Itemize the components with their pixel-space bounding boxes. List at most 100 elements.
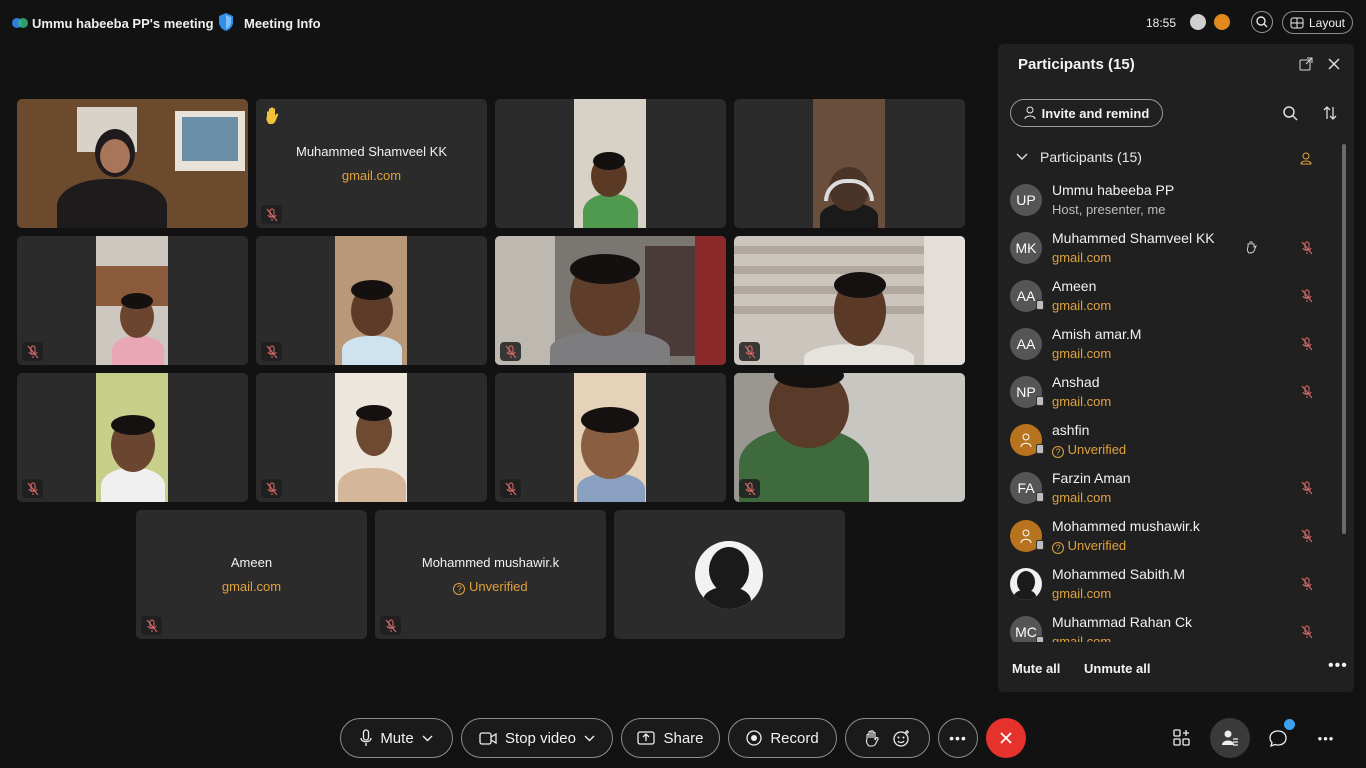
raised-hand-icon [1246,241,1257,254]
participant-row[interactable]: NP Anshad gmail.com [998,368,1338,416]
chat-icon[interactable] [1266,719,1295,750]
participant-row[interactable]: MC Muhammad Rahan Ck gmail.com [998,608,1338,642]
clock: 18:55 [1146,16,1177,30]
emoji-reaction-icon[interactable] [892,729,911,747]
more-options-button[interactable]: ••• [938,718,978,758]
record-button[interactable]: Record [728,718,837,758]
meeting-info-button[interactable]: Meeting Info [244,16,321,31]
invite-remind-button[interactable]: Invite and remind [1010,99,1163,127]
video-tile[interactable] [256,373,487,502]
video-tile[interactable] [256,236,487,365]
more-icon[interactable]: ••• [1314,726,1338,750]
sort-icon[interactable] [1322,105,1338,121]
search-icon[interactable] [1282,105,1298,121]
mic-muted-icon[interactable] [1300,625,1314,639]
device-icon [1036,444,1044,454]
unmute-all-button[interactable]: Unmute all [1084,661,1150,676]
share-button[interactable]: Share [621,718,720,758]
leave-meeting-button[interactable] [986,718,1026,758]
apps-icon[interactable] [1170,726,1194,750]
unverified-icon: ? [1052,446,1064,458]
popout-icon[interactable] [1298,56,1314,72]
zoom-icon[interactable] [1251,11,1273,33]
participant-row[interactable]: ashfin ? Unverified [998,416,1338,464]
avatar: AA [1010,280,1044,312]
mute-label: Mute [380,729,414,747]
device-icon [1036,492,1044,502]
tile-name: Mohammed mushawir.k [421,555,560,570]
reactions-group [845,718,930,758]
mic-muted-icon[interactable] [1300,289,1314,303]
video-tile[interactable] [17,373,248,502]
avatar [1010,568,1042,600]
video-tile-avatar[interactable] [614,510,845,639]
participant-row[interactable]: Mohammed mushawir.k ? Unverified [998,512,1338,560]
person-add-icon [1024,106,1036,120]
video-tile-host[interactable] [17,99,248,228]
participant-row[interactable]: Mohammed Sabith.M gmail.com [998,560,1338,608]
device-icon [1036,300,1044,310]
webex-logo-icon [12,18,28,28]
participant-name: Mohammed mushawir.k [1052,518,1200,534]
participant-name: Amish amar.M [1052,326,1142,342]
participant-row[interactable]: MK Muhammed Shamveel KK gmail.com [998,224,1338,272]
tile-unverified-label: Unverified [469,579,528,594]
participant-email: gmail.com [1052,298,1112,313]
key-icon[interactable] [1190,14,1206,30]
more-options-icon[interactable]: ••• [1328,657,1348,675]
invite-label: Invite and remind [1041,105,1150,121]
video-tile-shamveel[interactable]: Muhammed Shamveel KK gmail.com [256,99,487,228]
video-tile-mushawir[interactable]: Mohammed mushawir.k ? Unverified [375,510,606,639]
video-tile[interactable] [734,373,965,502]
unverified-icon: ? [1052,542,1064,554]
participant-row[interactable]: AA Ameen gmail.com [998,272,1338,320]
mic-muted-icon [380,616,401,635]
meeting-title: Ummu habeeba PP's meeting [32,16,214,31]
participants-toggle-button[interactable] [1210,718,1250,758]
participant-email: gmail.com [1052,490,1112,505]
participant-row[interactable]: UP Ummu habeeba PP Host, presenter, me [998,176,1338,224]
host-icon [1300,152,1312,165]
participant-name: Ameen [1052,278,1097,294]
mic-muted-icon[interactable] [1300,577,1314,591]
chevron-down-icon[interactable] [422,735,433,742]
video-camera-icon [479,731,497,745]
participant-row[interactable]: AA Amish amar.M gmail.com [998,320,1338,368]
mute-button[interactable]: Mute [340,718,453,758]
participant-name: Mohammed Sabith.M [1052,566,1186,582]
layout-button[interactable]: Layout [1282,11,1353,34]
video-tile[interactable] [734,236,965,365]
device-icon [1036,636,1044,642]
mic-muted-icon[interactable] [1300,385,1314,399]
video-tile[interactable] [734,99,965,228]
close-icon[interactable] [1326,56,1342,72]
share-icon [637,731,656,745]
scrollbar[interactable] [1342,144,1346,534]
top-bar: Ummu habeeba PP's meeting Meeting Info 1… [0,0,1366,46]
mic-muted-icon [22,342,43,361]
participants-panel: Participants (15) Invite and remind Part… [998,44,1354,692]
record-icon [746,730,762,746]
stop-video-button[interactable]: Stop video [461,718,613,758]
network-health-icon[interactable] [1214,14,1230,30]
video-tile[interactable] [495,99,726,228]
chevron-down-icon[interactable] [584,735,595,742]
participant-name: Farzin Aman [1052,470,1131,486]
video-tile[interactable] [495,373,726,502]
video-tile-ameen[interactable]: Ameen gmail.com [136,510,367,639]
mic-muted-icon[interactable] [1300,337,1314,351]
participant-row[interactable]: FA Farzin Aman gmail.com [998,464,1338,512]
video-tile[interactable] [495,236,726,365]
participant-email: gmail.com [1052,346,1112,361]
mic-muted-icon[interactable] [1300,529,1314,543]
stop-video-label: Stop video [505,729,576,747]
mic-muted-icon[interactable] [1300,241,1314,255]
tile-name: Muhammed Shamveel KK [295,144,447,159]
raise-hand-icon[interactable] [865,729,879,747]
mute-all-button[interactable]: Mute all [1012,661,1060,676]
tile-email: gmail.com [341,168,402,183]
video-tile[interactable] [17,236,248,365]
participants-group-header[interactable]: Participants (15) [1016,149,1142,165]
mic-muted-icon[interactable] [1300,481,1314,495]
shield-icon[interactable] [217,12,235,32]
